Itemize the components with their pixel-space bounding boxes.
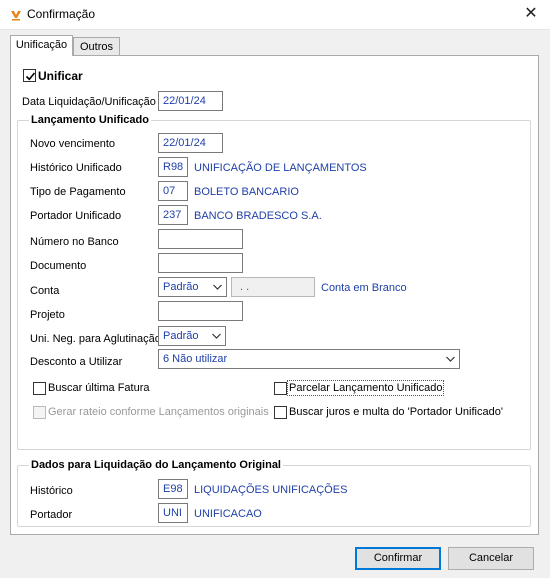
chevron-down-icon bbox=[446, 356, 455, 362]
historico-code-input[interactable]: E98 bbox=[158, 479, 188, 499]
conta-label: Conta bbox=[30, 285, 60, 297]
portador-unificado-desc: BANCO BRADESCO S.A. bbox=[194, 210, 322, 222]
lancamento-unificado-title: Lançamento Unificado bbox=[29, 114, 151, 126]
close-icon[interactable]: ✕ bbox=[522, 5, 540, 23]
chevron-down-icon bbox=[212, 333, 221, 339]
gerar-rateio-label: Gerar rateio conforme Lançamentos origin… bbox=[48, 406, 269, 418]
data-liquidacao-label: Data Liquidação/Unificação bbox=[22, 96, 156, 108]
tab-label: Unificação bbox=[15, 39, 68, 51]
tab-unificacao[interactable]: Unificação bbox=[10, 35, 73, 56]
parcelar-label: Parcelar Lançamento Unificado bbox=[286, 380, 445, 396]
historico-label: Histórico bbox=[30, 485, 73, 497]
check-icon bbox=[25, 72, 36, 81]
window-title: Confirmação bbox=[27, 7, 96, 21]
portador-code-input[interactable]: UNI bbox=[158, 503, 188, 523]
data-liquidacao-input[interactable]: 22/01/24 bbox=[158, 91, 223, 111]
tipo-pagamento-desc: BOLETO BANCARIO bbox=[194, 186, 299, 198]
tipo-pagamento-label: Tipo de Pagamento bbox=[30, 186, 126, 198]
buscar-juros-label: Buscar juros e multa do 'Portador Unific… bbox=[289, 406, 503, 418]
uni-neg-select-value: Padrão bbox=[163, 330, 199, 342]
documento-input[interactable] bbox=[158, 253, 243, 273]
portador-desc: UNIFICACAO bbox=[194, 508, 262, 520]
conta-select[interactable]: Padrão bbox=[158, 277, 227, 297]
novo-vencimento-input[interactable]: 22/01/24 bbox=[158, 133, 223, 153]
numero-banco-input[interactable] bbox=[158, 229, 243, 249]
projeto-input[interactable] bbox=[158, 301, 243, 321]
buscar-juros-checkbox[interactable] bbox=[274, 406, 287, 419]
unificar-checkbox[interactable] bbox=[23, 69, 36, 82]
buscar-ultima-fatura-checkbox[interactable] bbox=[33, 382, 46, 395]
historico-unificado-desc: UNIFICAÇÃO DE LANÇAMENTOS bbox=[194, 162, 367, 174]
desconto-select-value: 6 Não utilizar bbox=[163, 353, 228, 365]
tab-label: Outros bbox=[79, 41, 113, 53]
desconto-select[interactable]: 6 Não utilizar bbox=[158, 349, 460, 369]
dados-liquidacao-group bbox=[17, 465, 531, 527]
unificar-label: Unificar bbox=[38, 69, 83, 83]
novo-vencimento-label: Novo vencimento bbox=[30, 138, 115, 150]
portador-unificado-code-input[interactable]: 237 bbox=[158, 205, 188, 225]
historico-unificado-label: Histórico Unificado bbox=[30, 162, 122, 174]
app-logo-icon bbox=[11, 11, 21, 21]
confirmar-button[interactable]: Confirmar bbox=[355, 547, 441, 570]
gerar-rateio-checkbox bbox=[33, 406, 46, 419]
chevron-down-icon bbox=[213, 284, 222, 290]
historico-unificado-code-input[interactable]: R98 bbox=[158, 157, 188, 177]
historico-desc: LIQUIDAÇÕES UNIFICAÇÕES bbox=[194, 484, 348, 496]
parcelar-checkbox[interactable] bbox=[274, 382, 287, 395]
conta-select-value: Padrão bbox=[163, 281, 199, 293]
documento-label: Documento bbox=[30, 260, 87, 272]
cancelar-button[interactable]: Cancelar bbox=[448, 547, 534, 570]
projeto-label: Projeto bbox=[30, 309, 65, 321]
title-bar: Confirmação ✕ bbox=[0, 0, 550, 30]
dados-liquidacao-title: Dados para Liquidação do Lançamento Orig… bbox=[29, 459, 283, 471]
buscar-ultima-fatura-label: Buscar última Fatura bbox=[48, 382, 150, 394]
tipo-pagamento-code-input[interactable]: 07 bbox=[158, 181, 188, 201]
tab-outros[interactable]: Outros bbox=[73, 37, 120, 56]
conta-number-input[interactable]: . . bbox=[231, 277, 315, 297]
conta-desc: Conta em Branco bbox=[321, 282, 407, 294]
uni-neg-label: Uni. Neg. para Aglutinação bbox=[30, 333, 161, 345]
numero-banco-label: Número no Banco bbox=[30, 236, 119, 248]
portador-label: Portador bbox=[30, 509, 73, 521]
desconto-label: Desconto a Utilizar bbox=[30, 356, 123, 368]
uni-neg-select[interactable]: Padrão bbox=[158, 326, 226, 346]
portador-unificado-label: Portador Unificado bbox=[30, 210, 122, 222]
